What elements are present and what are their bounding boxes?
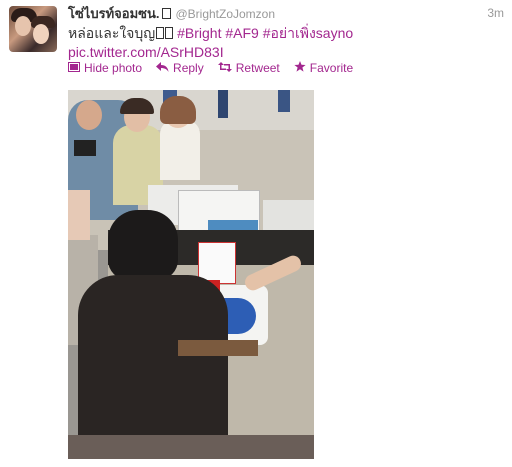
reply-icon xyxy=(156,60,169,76)
fullname[interactable]: โซ่ไบรท์จอมซน. xyxy=(68,6,159,21)
hashtag-af9[interactable]: #AF9 xyxy=(225,25,258,41)
favorite-label: Favorite xyxy=(309,61,354,75)
media-link[interactable]: pic.twitter.com/ASrHD83I xyxy=(68,44,224,60)
tweet: โซ่ไบรท์จอมซน. @BrightZoJomzon 3m หล่อและ… xyxy=(0,0,512,467)
retweet-label: Retweet xyxy=(235,61,280,75)
retweet-button[interactable]: Retweet xyxy=(217,60,280,76)
tweet-photo[interactable] xyxy=(68,90,314,459)
photo-icon xyxy=(68,60,80,76)
retweet-icon xyxy=(217,60,232,76)
tweet-text: หล่อและใจบุญ #Bright #AF9 #อย่าเพิ่งsayn… xyxy=(68,24,488,62)
hashtag-bright[interactable]: #Bright xyxy=(177,25,221,41)
reply-label: Reply xyxy=(173,61,204,75)
avatar[interactable] xyxy=(9,6,57,52)
star-icon xyxy=(294,60,306,76)
favorite-button[interactable]: Favorite xyxy=(294,60,353,76)
verified-placeholder-icon xyxy=(162,8,172,19)
hide-photo-label: Hide photo xyxy=(84,61,143,75)
missing-glyph-icon xyxy=(156,27,165,39)
tweet-header: โซ่ไบรท์จอมซน. @BrightZoJomzon xyxy=(68,6,275,22)
tweet-text-body: หล่อและใจบุญ xyxy=(68,25,156,41)
timestamp[interactable]: 3m xyxy=(487,6,504,20)
reply-button[interactable]: Reply xyxy=(156,60,204,76)
missing-glyph-icon xyxy=(165,27,174,39)
username[interactable]: @BrightZoJomzon xyxy=(175,7,275,21)
tweet-actions: Hide photo Reply Retweet Favorite xyxy=(68,60,353,76)
hide-photo-button[interactable]: Hide photo xyxy=(68,60,142,76)
hashtag-sayno[interactable]: #อย่าเพิ่งsayno xyxy=(263,25,353,41)
